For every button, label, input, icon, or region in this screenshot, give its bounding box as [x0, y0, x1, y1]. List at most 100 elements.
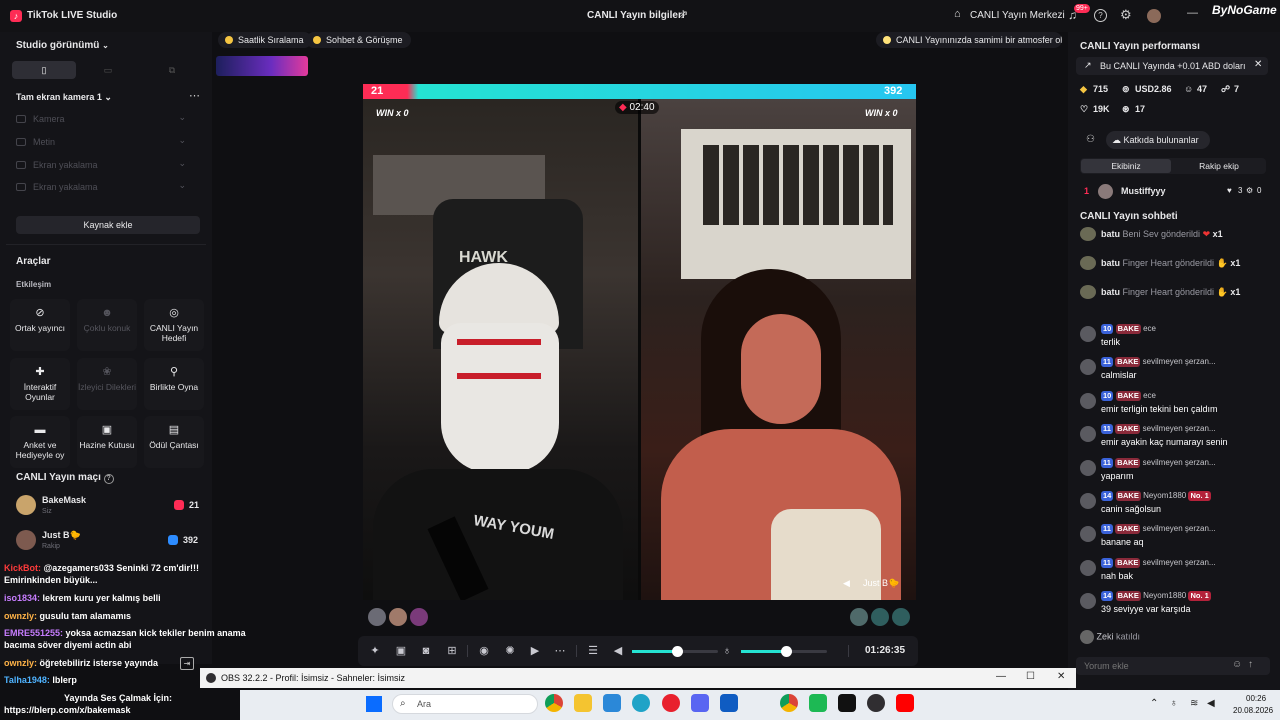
youtube-icon[interactable] — [896, 694, 914, 712]
mic-knob[interactable] — [781, 646, 792, 657]
tiktok-icon[interactable] — [838, 694, 856, 712]
source-row[interactable]: Ekran yakalama ⌄ — [16, 180, 186, 196]
source-row[interactable]: Ekran yakalama ⌄ — [16, 158, 186, 174]
chrome-2-icon[interactable] — [780, 694, 798, 712]
avatar[interactable] — [368, 608, 386, 626]
add-scene-icon[interactable]: ⊞ — [445, 644, 459, 658]
avatar[interactable] — [410, 608, 428, 626]
minimize-icon[interactable]: — — [1187, 7, 1198, 19]
share-icon[interactable]: ⇗ — [679, 8, 688, 21]
taskbar-search[interactable]: ⌕ Ara — [392, 694, 538, 714]
magic-wand-icon[interactable]: ✦ — [368, 644, 382, 658]
chat-user: EMRE551255: — [4, 628, 64, 638]
share-icon: ⊛ — [1122, 104, 1130, 114]
tool-cohost[interactable]: ⊘ Ortak yayıncı — [10, 299, 70, 351]
obs-close-icon[interactable]: ✕ — [1057, 671, 1065, 682]
tool-play-together[interactable]: ⚲ Birlikte Oyna — [144, 358, 204, 410]
obs-icon[interactable] — [867, 694, 885, 712]
split-view-button[interactable]: ⧉ — [140, 61, 204, 79]
tool-reward-bag[interactable]: ▤ Ödül Çantası — [144, 416, 204, 468]
emoji-icon[interactable]: ☺ — [1232, 659, 1242, 670]
chevron-down-icon[interactable]: ⌄ — [178, 180, 186, 191]
avatar[interactable] — [850, 608, 868, 626]
chevron-down-icon[interactable]: ⌄ — [178, 158, 186, 169]
chat-title: CANLI Yayın sohbeti — [1080, 211, 1178, 222]
add-user-icon[interactable]: ⚇ — [1086, 134, 1095, 145]
stats-row: ♡ 19K ⊛ 17 — [1080, 104, 1268, 116]
contributors-button[interactable]: ☁ Katkıda bulunanlar — [1106, 131, 1210, 149]
chat-user: sevilmeyen şerzan... — [1142, 424, 1216, 433]
clock-date[interactable]: 20.08.2026 — [1233, 706, 1273, 715]
obs-minimize-icon[interactable]: — — [996, 671, 1006, 682]
mic-slider[interactable] — [741, 646, 827, 657]
chat-meeting-chip[interactable]: Sohbet & Görüşme — [306, 32, 411, 48]
volume-slider[interactable] — [632, 646, 718, 657]
app-icon[interactable] — [809, 694, 827, 712]
mail-icon[interactable] — [720, 694, 738, 712]
portrait-view-button[interactable]: ▯ — [12, 61, 76, 79]
help-icon[interactable]: ? — [1094, 9, 1107, 22]
close-icon[interactable]: ✕ — [1254, 59, 1262, 70]
exit-icon[interactable]: ⇥ — [180, 657, 194, 670]
send-icon[interactable]: ↑ — [1248, 659, 1253, 670]
avatar[interactable] — [389, 608, 407, 626]
landscape-view-button[interactable]: ▭ — [76, 61, 140, 79]
more-icon[interactable]: ⋯ — [553, 644, 567, 658]
chevron-down-icon[interactable]: ⌄ — [178, 112, 186, 123]
mic-tray-icon[interactable]: ♁ — [1170, 698, 1178, 709]
tool-treasure-box[interactable]: ▣ Hazine Kutusu — [77, 416, 137, 468]
volume-knob[interactable] — [672, 646, 683, 657]
layout-icon[interactable]: ▣ — [394, 644, 408, 658]
tool-viewer-wishes[interactable]: ❀ İzleyici Dilekleri — [77, 358, 137, 410]
obs-maximize-icon[interactable]: ☐ — [1026, 671, 1035, 682]
volume-icon[interactable]: ◀ — [611, 644, 625, 658]
speaker-icon[interactable]: ◀ — [843, 578, 850, 589]
record-icon[interactable]: ◉ — [477, 644, 491, 658]
tab-our-team[interactable]: Ekibiniz — [1081, 159, 1171, 173]
help-icon[interactable]: ? — [103, 474, 114, 484]
discord-icon[interactable] — [691, 694, 709, 712]
edge-icon[interactable] — [632, 694, 650, 712]
source-row[interactable]: Kamera ⌄ — [16, 112, 186, 128]
opera-icon[interactable] — [662, 694, 680, 712]
watermark-logo: ByNoGame — [1212, 3, 1277, 17]
tool-live-goal[interactable]: ◎ CANLI Yayın Hedefi — [144, 299, 204, 351]
hourly-ranking-chip[interactable]: Saatlik Sıralama — [218, 32, 312, 48]
gear-icon[interactable]: ⚙ — [1120, 7, 1132, 23]
source-row[interactable]: Metin ⌄ — [16, 135, 186, 151]
microphone-icon[interactable]: ♁ — [720, 644, 734, 658]
wifi-icon[interactable]: ≋ — [1190, 698, 1198, 709]
live-center-link[interactable]: CANLI Yayın Merkezi — [970, 10, 1065, 21]
store-icon[interactable] — [603, 694, 621, 712]
start-icon[interactable] — [366, 696, 382, 712]
scene-dropdown[interactable]: Tam ekran kamera 1 ⌄ — [16, 92, 112, 103]
volume-tray-icon[interactable]: ◀ — [1207, 698, 1215, 709]
chat-text: terlik — [1101, 337, 1121, 347]
file-explorer-icon[interactable] — [574, 694, 592, 712]
sliders-icon[interactable]: ☰ — [586, 644, 600, 658]
chevron-down-icon[interactable]: ⌄ — [178, 135, 186, 146]
tool-multi-guest[interactable]: ☻ Çoklu konuk — [77, 299, 137, 351]
home-icon[interactable]: ⌂ — [954, 8, 961, 20]
video-icon[interactable]: ▶ — [528, 644, 542, 658]
avatar[interactable] — [871, 608, 889, 626]
tiktok-logo-icon: ♪ — [10, 10, 22, 22]
gift-user: batu — [1101, 258, 1120, 268]
tool-poll[interactable]: ▬ Anket ve Hediyeyle oy — [10, 416, 70, 468]
tray-chevron-icon[interactable]: ⌃ — [1150, 698, 1158, 709]
tab-rival-team[interactable]: Rakip ekip — [1174, 159, 1264, 173]
event-banner[interactable] — [216, 56, 308, 76]
tool-interactive-games[interactable]: ✚ İnteraktif Oyunlar — [10, 358, 70, 410]
camera-icon[interactable]: ◙ — [419, 644, 433, 658]
scene-more-icon[interactable]: ⋯ — [189, 89, 200, 102]
add-source-button[interactable]: Kaynak ekle — [16, 216, 200, 234]
window-title[interactable]: CANLI Yayın bilgileri — [587, 10, 685, 21]
effects-icon[interactable]: ✺ — [503, 644, 517, 658]
avatar[interactable] — [892, 608, 910, 626]
avatar[interactable] — [1147, 9, 1161, 23]
clock-time[interactable]: 00:26 — [1246, 694, 1266, 703]
chrome-icon[interactable] — [545, 694, 563, 712]
team-tabs: Ekibiniz Rakip ekip — [1080, 158, 1266, 174]
studio-view-dropdown[interactable]: Studio görünümü ⌄ — [16, 40, 109, 51]
notice-chip[interactable]: CANLI Yayınınızda samimi bir atmosfer ol… — [876, 32, 1062, 48]
